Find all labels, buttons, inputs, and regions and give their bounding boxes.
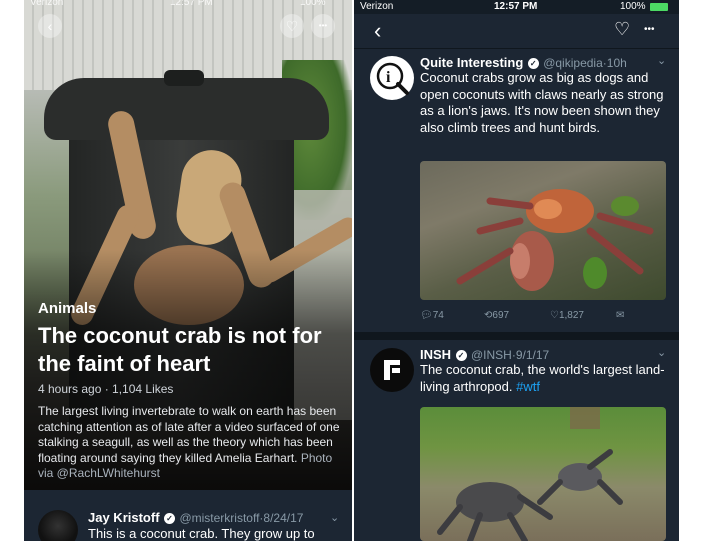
more-button[interactable]: ••• [311, 14, 335, 38]
tweet-body: The coconut crab, the world's largest la… [420, 362, 665, 394]
chevron-down-icon[interactable]: ⌄ [657, 346, 666, 359]
direct-message-icon[interactable]: ✉ [616, 310, 624, 321]
article-category[interactable]: Animals [38, 300, 96, 317]
like-count: 1,827 [558, 310, 584, 321]
tweet-photo-coconut-crab[interactable] [420, 161, 666, 300]
back-icon[interactable]: ‹ [374, 18, 381, 44]
article-description: The largest living invertebrate to walk … [38, 404, 348, 482]
tweet-handle[interactable]: @qikipedia [543, 56, 603, 70]
battery-label: 100% [300, 0, 326, 8]
heart-icon: ♡ [285, 18, 299, 34]
carrier-label: Verizon [360, 1, 394, 12]
reply-button[interactable]: 💬︎ 74 [420, 310, 444, 321]
insh-logo-icon [384, 360, 400, 380]
nav-bar: ‹ ♡ ••• [354, 14, 679, 49]
battery-label: 100% [620, 1, 646, 12]
battery-icon [650, 3, 668, 11]
tweet-photo-coconut-crab[interactable] [420, 407, 666, 541]
retweet-count: 697 [492, 310, 510, 321]
embedded-tweet[interactable]: Jay Kristoff ✓ @misterkristoff·8/24/17 ⌄… [24, 492, 352, 541]
tweet-text: Coconut crabs grow as big as dogs and op… [420, 70, 664, 135]
status-bar: Verizon 12:57 PM 100% [30, 0, 326, 8]
chevron-down-icon[interactable]: ⌄ [330, 511, 339, 524]
like-button[interactable]: ♡ [280, 14, 304, 38]
article-meta: 4 hours ago · 1,104 Likes [38, 382, 174, 396]
time-label: 12:57 PM [170, 0, 213, 8]
verified-icon: ✓ [455, 350, 467, 361]
like-button[interactable]: ♡ 1,827 [550, 310, 584, 321]
back-icon: ‹ [47, 18, 53, 34]
tweet-header: Jay Kristoff ✓ @misterkristoff·8/24/17 [88, 510, 304, 525]
avatar[interactable]: i [370, 56, 414, 100]
tweet-date: 9/1/17 [515, 348, 550, 362]
crab-photo [456, 189, 654, 291]
tweet-insh[interactable]: INSH ✓ @INSH·9/1/17 ⌄ The coconut crab, … [354, 340, 679, 541]
reply-count: 74 [432, 310, 444, 321]
carrier-label: Verizon [30, 0, 64, 8]
verified-icon: ✓ [163, 513, 175, 524]
avatar[interactable] [38, 510, 78, 541]
tweet-author-name[interactable]: INSH [420, 347, 451, 362]
tweet-author-name[interactable]: Jay Kristoff [88, 510, 160, 525]
heart-icon[interactable]: ♡ [614, 19, 630, 40]
tweet-author-name[interactable]: Quite Interesting [420, 55, 523, 70]
trash-bin-handle [164, 70, 204, 86]
divider [354, 332, 679, 340]
article-summary: The largest living invertebrate to walk … [38, 404, 340, 465]
hashtag-link[interactable]: #wtf [516, 379, 540, 394]
more-icon: ••• [318, 21, 328, 30]
qi-logo-icon: i [376, 62, 409, 95]
avatar[interactable] [370, 348, 414, 392]
left-screen: Verizon 12:57 PM 100% ‹ ♡ ••• Animals Th… [24, 0, 352, 541]
tweet-handle[interactable]: @misterkristoff [179, 511, 259, 525]
time-label: 12:57 PM [494, 1, 538, 12]
tweet-time: 10h [606, 56, 627, 70]
verified-icon: ✓ [527, 58, 539, 69]
tweet-text: The coconut crab, the world's largest la… [420, 362, 665, 395]
tweet-quite-interesting[interactable]: i Quite Interesting ✓ @qikipedia·10h ⌄ C… [354, 48, 679, 332]
status-bar: Verizon 12:57 PM 100% [354, 0, 679, 14]
retweet-button[interactable]: ⟲ 697 [484, 310, 509, 321]
crab-photo [437, 407, 623, 541]
chevron-down-icon[interactable]: ⌄ [657, 54, 666, 67]
tweet-handle[interactable]: @INSH [471, 348, 512, 362]
right-screen: Verizon 12:57 PM 100% ‹ ♡ ••• i Quite In… [354, 0, 679, 541]
tweet-date: 8/24/17 [263, 511, 304, 525]
article-title: The coconut crab is not for the faint of… [38, 323, 322, 376]
tweet-text: This is a coconut crab. They grow up to [88, 526, 315, 541]
svg-text:i: i [386, 69, 391, 86]
trash-bin-lid [44, 78, 329, 140]
more-icon[interactable]: ••• [644, 24, 655, 35]
back-button[interactable]: ‹ [38, 14, 62, 38]
